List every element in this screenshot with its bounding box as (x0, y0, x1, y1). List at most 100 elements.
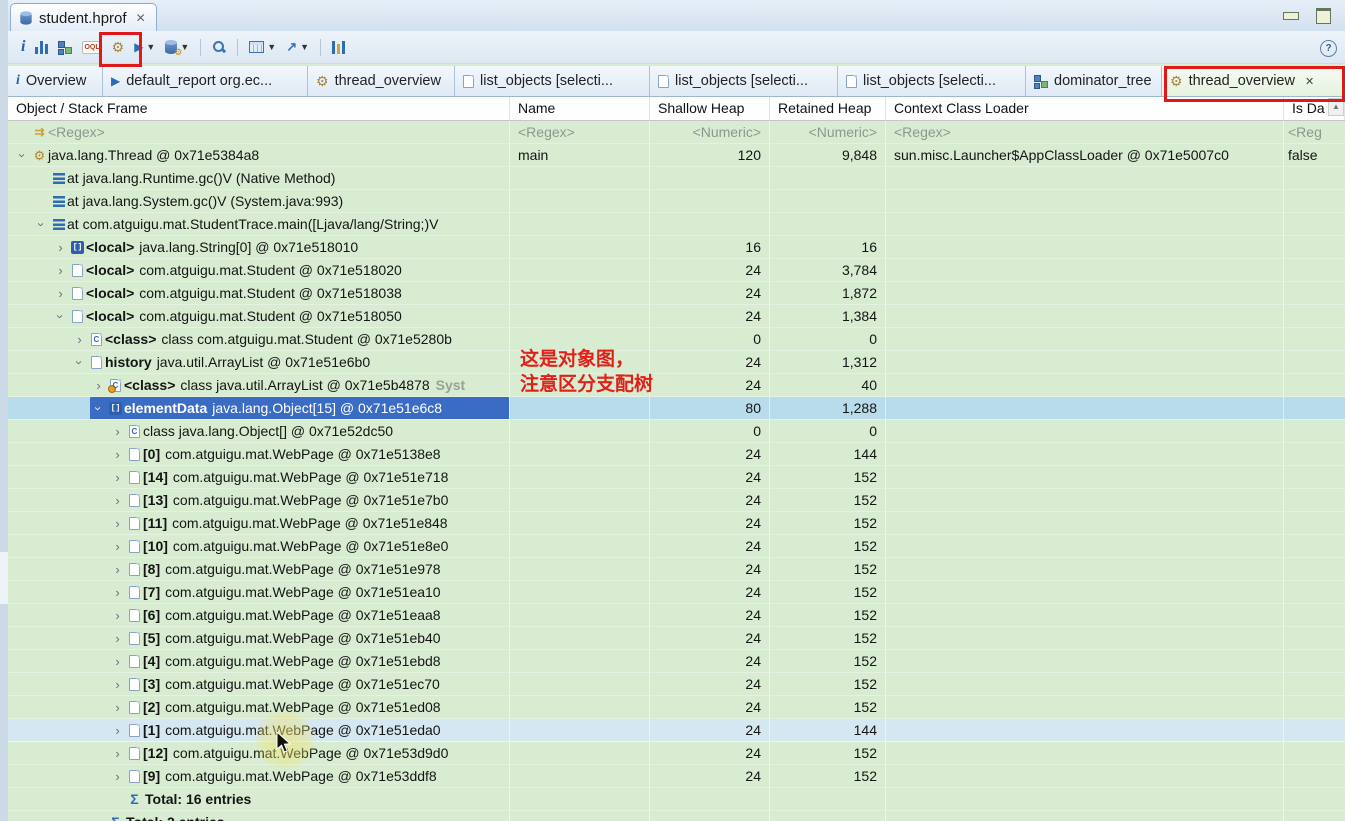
expander-icon[interactable]: › (30, 216, 53, 233)
table-row[interactable]: › at com.atguigu.mat.StudentTrace.main([L… (8, 213, 1345, 236)
table-row[interactable]: › [0] com.atguigu.mat.WebPage @ 0x71e5138e… (8, 443, 1345, 466)
row-label: at java.lang.Runtime.gc()V (Native Metho… (67, 169, 336, 186)
tab-thread_overview[interactable]: ⚙ thread_overview ✕ (1162, 66, 1345, 96)
table-row[interactable]: ›ΣTotal: 16 entries (8, 788, 1345, 811)
name-cell (510, 558, 650, 580)
column-header-object-stack-frame[interactable]: Object / Stack Frame (8, 97, 510, 120)
tab-dominator_tree[interactable]: dominator_tree (1026, 66, 1162, 96)
expander-icon[interactable]: › (109, 535, 126, 557)
table-row[interactable]: › <local> com.atguigu.mat.Student @ 0x71e5… (8, 305, 1345, 328)
expander-icon[interactable]: › (109, 443, 126, 465)
column-header-shallow-heap[interactable]: Shallow Heap (650, 97, 770, 120)
table-row[interactable]: › [13] com.atguigu.mat.WebPage @ 0x71e51e7… (8, 489, 1345, 512)
tab-list_objectsselecti[interactable]: list_objects [selecti... (838, 66, 1026, 96)
table-row[interactable]: › [11] com.atguigu.mat.WebPage @ 0x71e51e8… (8, 512, 1345, 535)
expander-icon[interactable]: › (109, 466, 126, 488)
table-row[interactable]: › [1] com.atguigu.mat.WebPage @ 0x71e51eda… (8, 719, 1345, 742)
table-row[interactable]: › <local> com.atguigu.mat.Student @ 0x71e5… (8, 282, 1345, 305)
object-cell: ›at java.lang.Runtime.gc()V (Native Meth… (8, 167, 510, 189)
expander-icon[interactable]: › (49, 308, 72, 325)
tab-thread_overview[interactable]: ⚙ thread_overview (308, 66, 455, 96)
class-hierarchy-icon[interactable] (58, 36, 73, 58)
expander-icon[interactable]: › (87, 400, 110, 417)
info-icon[interactable]: i (21, 36, 25, 58)
retained-heap-cell (770, 190, 886, 212)
expander-icon[interactable]: › (109, 627, 126, 649)
sigma-icon: Σ (107, 815, 124, 821)
table-row[interactable]: › [4] com.atguigu.mat.WebPage @ 0x71e51ebd… (8, 650, 1345, 673)
run-report-icon[interactable]: ▶ ▼ (134, 36, 155, 58)
shallow-heap-cell: 24 (650, 374, 770, 396)
table-row[interactable]: › ⚙ java.lang.Thread @ 0x71e5384a8 main 120 9… (8, 144, 1345, 167)
maximize-view-button[interactable] (1316, 8, 1331, 24)
calculator-icon[interactable]: ▼ (249, 36, 276, 58)
table-row[interactable]: › [14] com.atguigu.mat.WebPage @ 0x71e51e7… (8, 466, 1345, 489)
column-header-retained-heap[interactable]: Retained Heap (770, 97, 886, 120)
table-row[interactable]: › [2] com.atguigu.mat.WebPage @ 0x71e51ed0… (8, 696, 1345, 719)
expander-icon[interactable]: › (71, 328, 88, 350)
oql-icon[interactable]: OQL (82, 36, 102, 58)
context-classloader-cell (886, 811, 1284, 821)
column-header-context-class-loader[interactable]: Context Class Loader (886, 97, 1284, 120)
scroll-up-arrow[interactable]: ▲ (1328, 98, 1344, 116)
table-row[interactable]: › [10] com.atguigu.mat.WebPage @ 0x71e51e8… (8, 535, 1345, 558)
dropdown-arrow-icon[interactable]: ▼ (146, 42, 155, 52)
tab-overview[interactable]: i Overview (8, 66, 103, 96)
table-row[interactable]: › <local> com.atguigu.mat.Student @ 0x71e5… (8, 259, 1345, 282)
name-cell (510, 604, 650, 626)
expander-icon[interactable]: › (109, 581, 126, 603)
tab-list_objectsselecti[interactable]: list_objects [selecti... (455, 66, 650, 96)
expander-icon[interactable]: › (52, 259, 69, 281)
table-row[interactable]: › <class>class com.atguigu.mat.Student @ … (8, 328, 1345, 351)
dropdown-arrow-icon[interactable]: ▼ (267, 42, 276, 52)
expander-icon[interactable]: › (109, 673, 126, 695)
row-label-prefix: [7] (143, 583, 161, 600)
expander-icon[interactable]: › (52, 236, 69, 258)
close-icon[interactable]: ✕ (1305, 75, 1314, 88)
table-row[interactable]: › <class>class java.util.ArrayList @ 0x71… (8, 374, 1345, 397)
expander-icon[interactable]: › (109, 719, 126, 741)
table-row[interactable]: ›⇉<Regex><Regex><Numeric><Numeric><Regex… (8, 121, 1345, 144)
expander-icon[interactable]: › (68, 354, 91, 371)
close-icon[interactable]: ✕ (136, 11, 146, 25)
gear-icon[interactable]: ⚙ (112, 36, 125, 58)
table-row[interactable]: › [9] com.atguigu.mat.WebPage @ 0x71e53ddf… (8, 765, 1345, 788)
expander-icon[interactable]: › (109, 558, 126, 580)
expander-icon[interactable]: › (90, 374, 107, 396)
column-header-name[interactable]: Name (510, 97, 650, 120)
expander-icon[interactable]: › (109, 696, 126, 718)
table-row[interactable]: › history java.util.ArrayList @ 0x71e51e6b… (8, 351, 1345, 374)
table-row[interactable]: › [7] com.atguigu.mat.WebPage @ 0x71e51ea1… (8, 581, 1345, 604)
table-row[interactable]: › class java.lang.Object[] @ 0x71e52dc50 0… (8, 420, 1345, 443)
tab-list_objectsselecti[interactable]: list_objects [selecti... (650, 66, 838, 96)
expander-icon[interactable]: › (109, 489, 126, 511)
table-row[interactable]: ›at java.lang.Runtime.gc()V (Native Meth… (8, 167, 1345, 190)
expander-icon[interactable]: › (109, 512, 126, 534)
expander-icon[interactable]: › (52, 282, 69, 304)
histogram-icon[interactable] (35, 36, 49, 58)
expander-icon[interactable]: › (109, 765, 126, 787)
table-row[interactable]: ›[12]com.atguigu.mat.WebPage @ 0x71e53d9… (8, 742, 1345, 765)
expander-icon[interactable]: › (109, 742, 126, 764)
expander-icon[interactable]: › (109, 650, 126, 672)
search-icon[interactable] (212, 36, 227, 58)
tab-default_reportorgec[interactable]: ▶ default_report org.ec... (103, 66, 308, 96)
heap-dump-actions-icon[interactable]: ⚙ ▼ (165, 36, 189, 58)
minimize-view-button[interactable] (1283, 12, 1299, 20)
table-row[interactable]: › [3] com.atguigu.mat.WebPage @ 0x71e51ec7… (8, 673, 1345, 696)
table-row[interactable]: › [8] com.atguigu.mat.WebPage @ 0x71e51e97… (8, 558, 1345, 581)
dropdown-arrow-icon[interactable]: ▼ (300, 42, 309, 52)
table-row[interactable]: ›at java.lang.System.gc()V (System.java:… (8, 190, 1345, 213)
editor-tab-student-hprof[interactable]: student.hprof ✕ (10, 3, 157, 32)
table-row[interactable]: › [6] com.atguigu.mat.WebPage @ 0x71e51eaa… (8, 604, 1345, 627)
expander-icon[interactable]: › (109, 420, 126, 442)
table-row[interactable]: ›[] elementData java.lang.Object[15] @ 0x7… (8, 397, 1345, 420)
export-icon[interactable]: ↗ ▼ (286, 36, 309, 58)
expander-icon[interactable]: › (11, 147, 34, 164)
help-icon[interactable]: ? (1320, 40, 1337, 57)
table-row[interactable]: ›[] <local> java.lang.String[0] @ 0x71e518… (8, 236, 1345, 259)
table-row[interactable]: › [5] com.atguigu.mat.WebPage @ 0x71e51eb4… (8, 627, 1345, 650)
table-row[interactable]: ›ΣTotal: 2 entries (8, 811, 1345, 821)
expander-icon[interactable]: › (109, 604, 126, 626)
thread-stacks-icon[interactable] (332, 36, 346, 58)
